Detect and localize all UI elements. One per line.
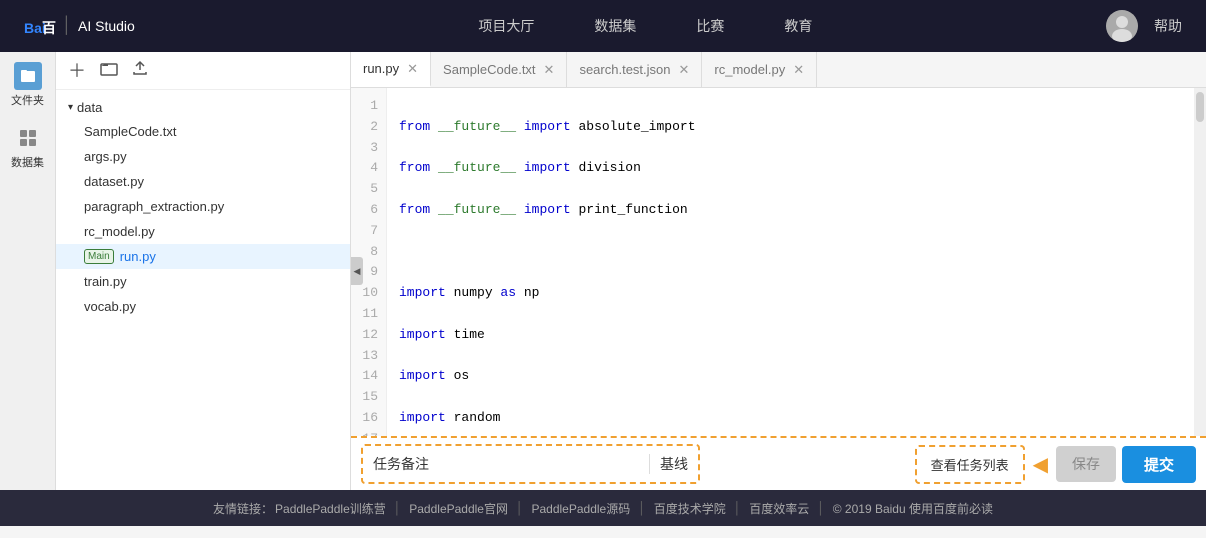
view-tasks-btn[interactable]: 查看任务列表 (919, 449, 1021, 480)
bottom-toolbar: 任务备注 基线 查看任务列表 ◀ 保存 提交 (351, 436, 1206, 490)
upload-btn[interactable] (132, 60, 148, 81)
help-link[interactable]: 帮助 (1154, 16, 1182, 36)
nav-education[interactable]: 教育 (784, 16, 812, 36)
tab-samplecode[interactable]: SampleCode.txt ✕ (431, 52, 567, 87)
footer-copyright: © 2019 Baidu 使用百度前必读 (833, 500, 993, 517)
baidu-logo-icon: Bai 百度 (24, 15, 56, 37)
main-badge: Main (84, 249, 114, 264)
file-item-runpy[interactable]: Main run.py (56, 244, 350, 269)
datasets-label: 数据集 (11, 154, 44, 170)
sidebar: 文件夹 数据集 (0, 52, 56, 490)
footer-sep-3: │ (734, 501, 742, 515)
file-toolbar: ＋ (56, 52, 350, 90)
baseline-label: 基线 (649, 454, 688, 474)
tab-rcmodel[interactable]: rc_model.py ✕ (702, 52, 817, 87)
nav-datasets[interactable]: 数据集 (594, 16, 636, 36)
footer-sep-2: │ (638, 501, 646, 515)
footer-link-1[interactable]: PaddlePaddle官网 (409, 500, 508, 517)
footer-link-4[interactable]: 百度效率云 (749, 500, 809, 517)
nav-bar: 项目大厅 数据集 比赛 教育 (185, 16, 1106, 36)
file-panel: ＋ ▾ data SampleCode.txt (56, 52, 351, 490)
task-note-input[interactable] (439, 457, 639, 472)
file-tree: ▾ data SampleCode.txt args.py dataset.py… (56, 90, 350, 490)
code-editor[interactable]: 1234 5678 9101112 13141516 17181920 2122… (351, 88, 1206, 436)
folder-item-data[interactable]: ▾ data (56, 96, 350, 119)
footer-link-0[interactable]: PaddlePaddle训练营 (275, 500, 386, 517)
file-item-rcmodel[interactable]: rc_model.py (56, 219, 350, 244)
file-item-train[interactable]: train.py (56, 269, 350, 294)
footer-link-2[interactable]: PaddlePaddle源码 (531, 500, 630, 517)
tab-searchtestjson[interactable]: search.test.json ✕ (567, 52, 702, 87)
tab-close-rcmodel[interactable]: ✕ (793, 62, 804, 78)
avatar[interactable] (1106, 10, 1138, 42)
right-action-section: 查看任务列表 ◀ 保存 提交 (915, 445, 1196, 484)
footer-sep-0: │ (394, 501, 402, 515)
logo-separator: │ (62, 17, 72, 35)
scrollbar[interactable] (1194, 88, 1206, 436)
file-item-paragraph[interactable]: paragraph_extraction.py (56, 194, 350, 219)
nav-projects[interactable]: 项目大厅 (478, 16, 534, 36)
datasets-icon (14, 124, 42, 152)
tabs-bar: run.py ✕ SampleCode.txt ✕ search.test.js… (351, 52, 1206, 88)
task-note-section: 任务备注 基线 (361, 444, 700, 484)
footer-sep-1: │ (516, 501, 524, 515)
new-folder-btn[interactable] (100, 60, 118, 81)
ai-studio-label: AI Studio (78, 18, 135, 34)
main-container: 文件夹 数据集 ＋ (0, 52, 1206, 490)
file-item-vocab[interactable]: vocab.py (56, 294, 350, 319)
view-tasks-wrapper: 查看任务列表 (915, 445, 1025, 484)
arrow-left-icon: ◀ (1033, 452, 1048, 477)
file-item-dataset[interactable]: dataset.py (56, 169, 350, 194)
footer-prefix: 友情链接： (213, 500, 273, 517)
footer: 友情链接： PaddlePaddle训练营 │ PaddlePaddle官网 │… (0, 490, 1206, 526)
tab-close-runpy[interactable]: ✕ (407, 61, 418, 77)
logo-area: Bai 百度 │ AI Studio (24, 15, 135, 37)
folder-name: data (77, 100, 102, 115)
sidebar-item-files[interactable]: 文件夹 (11, 62, 44, 108)
tab-close-searchtestjson[interactable]: ✕ (679, 62, 690, 78)
nav-competition[interactable]: 比赛 (696, 16, 724, 36)
tab-close-samplecode[interactable]: ✕ (544, 62, 555, 78)
task-note-label: 任务备注 (373, 454, 429, 474)
footer-link-3[interactable]: 百度技术学院 (654, 500, 726, 517)
footer-sep-4: │ (817, 501, 825, 515)
file-item-args[interactable]: args.py (56, 144, 350, 169)
panel-collapse-arrow[interactable]: ◀ (351, 257, 363, 285)
submit-btn[interactable]: 提交 (1122, 446, 1196, 483)
code-lines[interactable]: from __future__ import absolute_import f… (387, 88, 1194, 436)
scroll-thumb[interactable] (1196, 92, 1204, 122)
new-file-btn[interactable]: ＋ (68, 62, 86, 80)
svg-text:百度: 百度 (42, 20, 56, 36)
tab-runpy[interactable]: run.py ✕ (351, 52, 431, 87)
header: Bai 百度 │ AI Studio 项目大厅 数据集 比赛 教育 帮助 (0, 0, 1206, 52)
file-label: 文件夹 (11, 92, 44, 108)
file-item-samplecode[interactable]: SampleCode.txt (56, 119, 350, 144)
save-btn[interactable]: 保存 (1056, 446, 1116, 482)
header-right: 帮助 (1106, 10, 1182, 42)
sidebar-item-datasets[interactable]: 数据集 (11, 124, 44, 170)
file-icon (14, 62, 42, 90)
editor-area: run.py ✕ SampleCode.txt ✕ search.test.js… (351, 52, 1206, 490)
active-filename: run.py (120, 249, 156, 264)
